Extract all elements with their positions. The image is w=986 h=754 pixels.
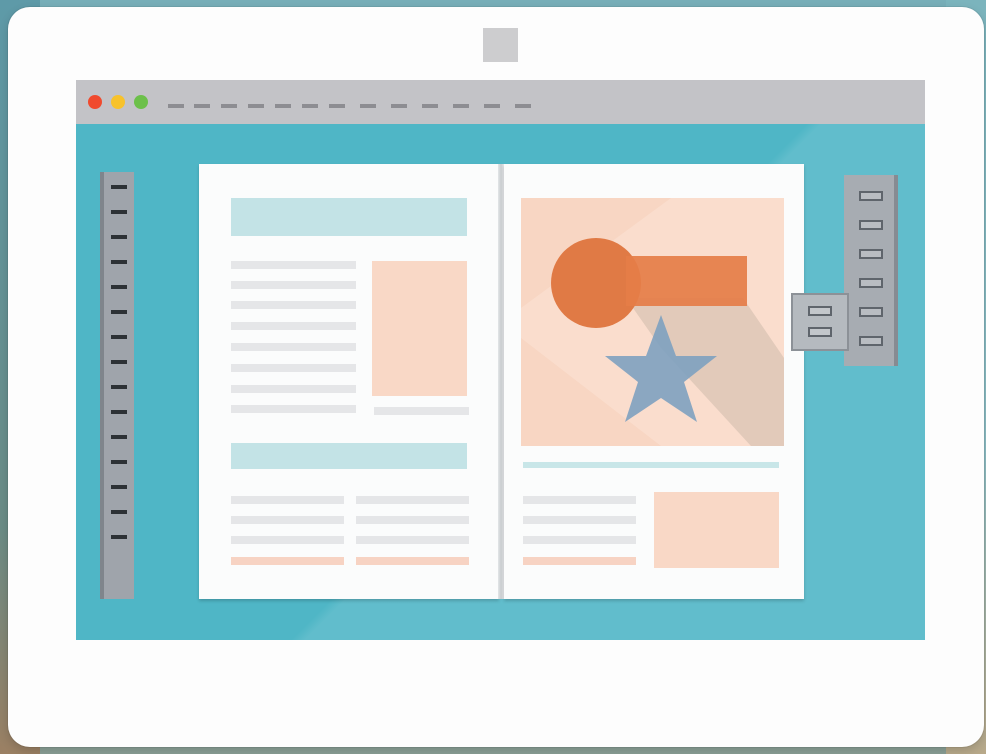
palette-tool-button[interactable]	[859, 336, 883, 346]
text-line-placeholder	[523, 516, 636, 524]
text-line-placeholder	[231, 516, 344, 524]
tool-palette[interactable]	[844, 175, 898, 366]
subheading-placeholder	[231, 443, 467, 469]
tablet-screen	[76, 80, 925, 640]
titlebar-dash	[422, 104, 438, 108]
ruler-tick	[111, 185, 127, 189]
titlebar-dash	[275, 104, 291, 108]
ruler-tick	[111, 260, 127, 264]
text-line-placeholder	[523, 536, 636, 544]
text-line-placeholder	[231, 322, 356, 330]
titlebar-dash	[248, 104, 264, 108]
hero-image[interactable]	[521, 198, 784, 446]
divider-line	[523, 462, 779, 468]
ruler-tick	[111, 410, 127, 414]
tool-palette-flyout[interactable]	[791, 293, 849, 351]
palette-tool-button[interactable]	[859, 307, 883, 317]
right-page[interactable]	[504, 164, 804, 599]
ruler-tick	[111, 235, 127, 239]
window-titlebar	[76, 80, 925, 124]
vertical-ruler[interactable]	[100, 172, 134, 599]
titlebar-dash	[221, 104, 237, 108]
palette-tool-button[interactable]	[859, 220, 883, 230]
camera-icon	[483, 28, 518, 62]
text-line-placeholder	[231, 405, 356, 413]
link-line-placeholder	[523, 557, 636, 565]
flyout-tool-button[interactable]	[808, 306, 832, 316]
text-line-placeholder	[231, 385, 356, 393]
text-line-placeholder	[231, 536, 344, 544]
ruler-tick	[111, 385, 127, 389]
text-line-placeholder	[231, 281, 356, 289]
ruler-tick	[111, 360, 127, 364]
link-line-placeholder	[231, 557, 344, 565]
ruler-tick	[111, 335, 127, 339]
image-placeholder	[372, 261, 467, 396]
palette-tool-button[interactable]	[859, 249, 883, 259]
link-line-placeholder	[356, 557, 469, 565]
tablet-frame	[8, 7, 984, 747]
text-line-placeholder	[523, 496, 636, 504]
titlebar-dash	[515, 104, 531, 108]
titlebar-dash	[360, 104, 376, 108]
left-page[interactable]	[199, 164, 499, 599]
titlebar-dash	[484, 104, 500, 108]
text-line-placeholder	[356, 516, 469, 524]
rectangle-shape-icon[interactable]	[626, 256, 747, 306]
palette-tool-button[interactable]	[859, 278, 883, 288]
palette-tool-button[interactable]	[859, 191, 883, 201]
titlebar-dash	[391, 104, 407, 108]
ruler-tick	[111, 435, 127, 439]
minimize-dot-icon[interactable]	[111, 95, 125, 109]
titlebar-dash	[302, 104, 318, 108]
hero-image-artwork	[521, 198, 784, 446]
text-line-placeholder	[231, 364, 356, 372]
headline-placeholder	[231, 198, 467, 236]
ruler-tick	[111, 485, 127, 489]
ruler-tick	[111, 510, 127, 514]
ruler-tick	[111, 460, 127, 464]
titlebar-dash	[194, 104, 210, 108]
text-line-placeholder	[356, 536, 469, 544]
text-line-placeholder	[231, 343, 356, 351]
text-line-placeholder	[231, 496, 344, 504]
flyout-tool-button[interactable]	[808, 327, 832, 337]
text-line-placeholder	[231, 301, 356, 309]
image-placeholder	[654, 492, 779, 568]
ruler-tick	[111, 310, 127, 314]
ruler-tick	[111, 535, 127, 539]
caption-placeholder	[374, 407, 469, 415]
maximize-dot-icon[interactable]	[134, 95, 148, 109]
ruler-tick	[111, 285, 127, 289]
close-dot-icon[interactable]	[88, 95, 102, 109]
titlebar-dash	[329, 104, 345, 108]
text-line-placeholder	[231, 261, 356, 269]
text-line-placeholder	[356, 496, 469, 504]
titlebar-dash	[453, 104, 469, 108]
ruler-tick	[111, 210, 127, 214]
titlebar-dash	[168, 104, 184, 108]
